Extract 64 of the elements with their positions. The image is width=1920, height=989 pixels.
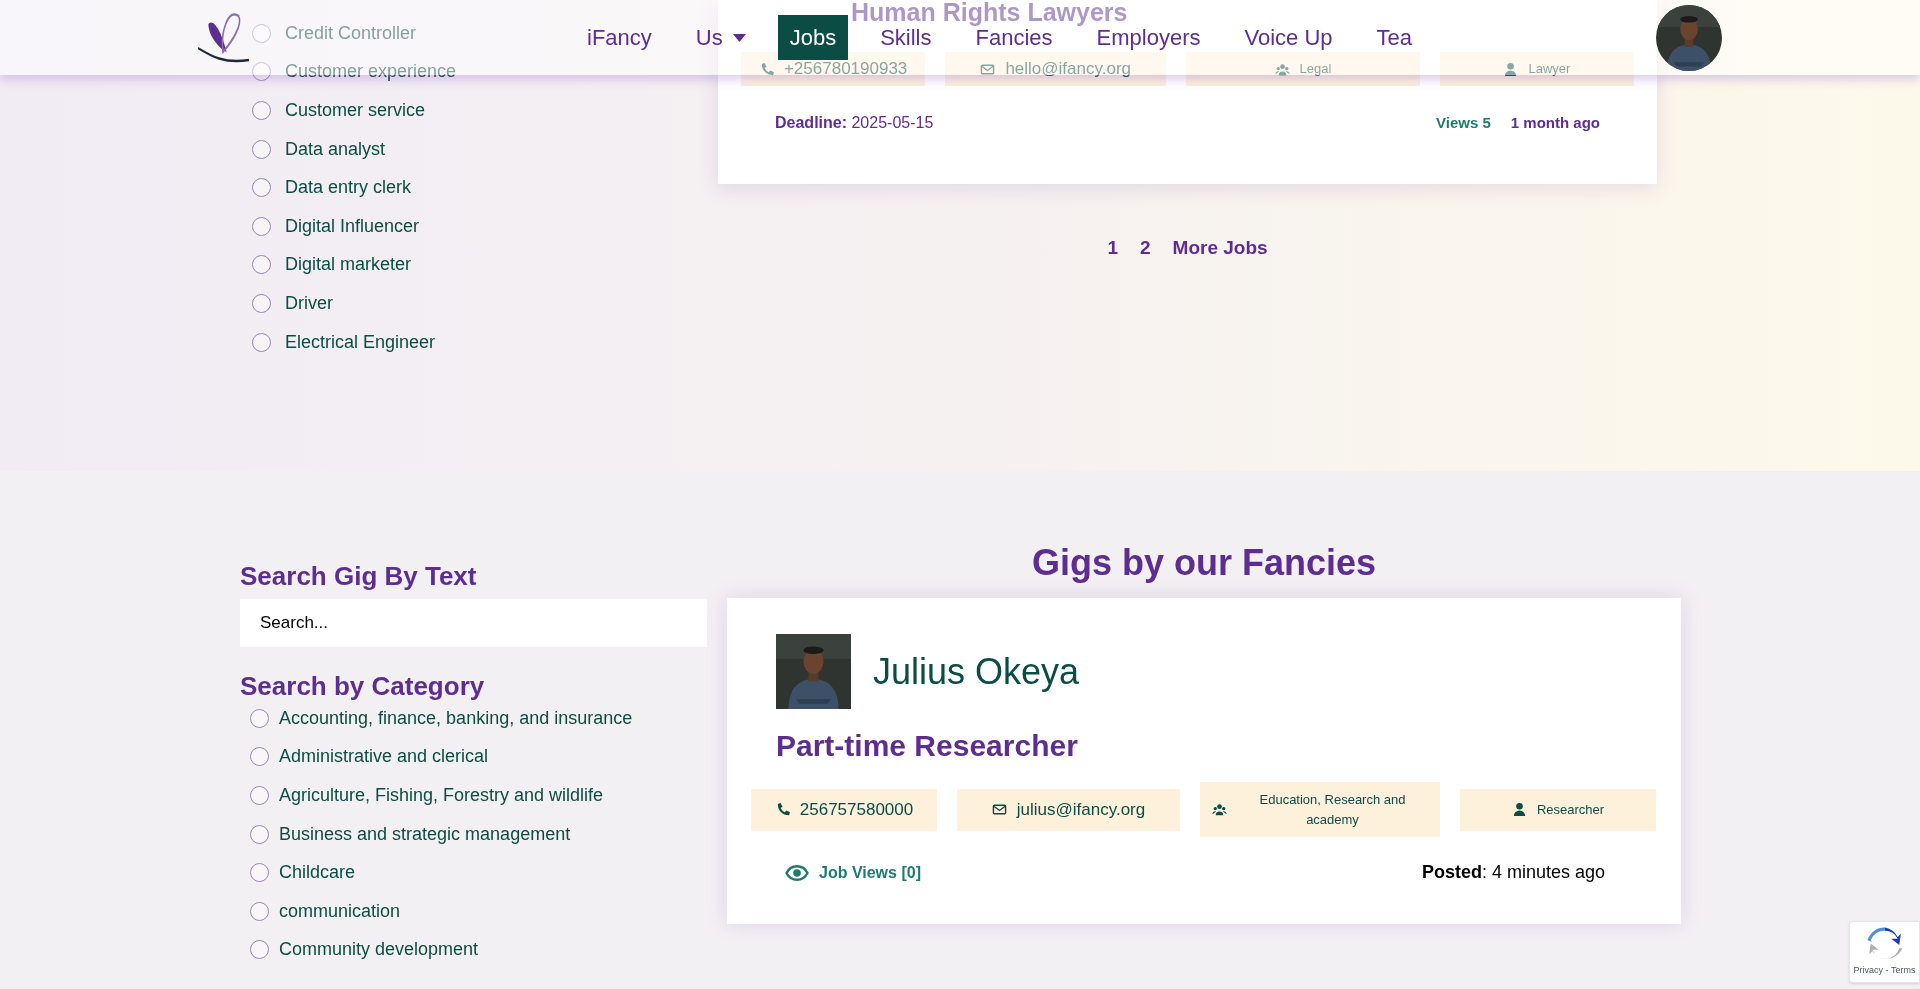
user-icon <box>1511 802 1527 817</box>
category-label: Business and strategic management <box>279 822 571 846</box>
radio-button[interactable] <box>250 708 269 728</box>
group-icon <box>1274 61 1290 77</box>
radio-button[interactable] <box>252 101 271 120</box>
category-label: Digital Influencer <box>285 214 420 238</box>
nav-link[interactable]: iFancy <box>575 24 664 51</box>
category-label: Accounting, finance, banking, and insurance <box>279 706 633 730</box>
category-label: Customer service <box>285 99 426 122</box>
posted-time: Posted: 4 minutes ago <box>1421 861 1605 884</box>
radio-button[interactable] <box>250 824 269 844</box>
mail-icon <box>991 802 1007 817</box>
tag-text: Researcher <box>1536 800 1605 819</box>
category-label: Administrative and clerical <box>279 745 489 769</box>
group-icon <box>1212 802 1227 817</box>
section-heading: Gigs by our Fancies <box>1030 541 1378 585</box>
section-heading: Search by Category <box>240 671 486 701</box>
category-label: Electrical Engineer <box>285 330 436 354</box>
contact-text: 256757580000 <box>799 798 914 821</box>
page-link[interactable]: 1 <box>1107 234 1118 263</box>
more-jobs-link[interactable]: More Jobs <box>1172 234 1268 263</box>
nav-link[interactable]: Jobs <box>777 15 849 60</box>
category-label: Community development <box>279 938 479 962</box>
category-label: Data analyst <box>285 137 386 161</box>
person-name[interactable]: Julius Okeya <box>873 644 1080 699</box>
category-label: Agriculture, Fishing, Forestry and wildlife <box>279 784 604 807</box>
nav-link[interactable]: Tea <box>1364 24 1425 51</box>
radio-button[interactable] <box>252 178 271 198</box>
radio-button[interactable] <box>250 747 269 767</box>
category-label: Digital marketer <box>285 253 412 277</box>
deadline-text: Deadline: 2025-05-15 <box>775 113 934 133</box>
section-heading: Search Gig By Text <box>240 561 478 591</box>
category-label: Customer experience <box>285 60 457 84</box>
nav-link[interactable]: Skills <box>868 24 944 51</box>
radio-button[interactable] <box>250 901 269 921</box>
contact-text: julius@ifancy.org <box>1016 798 1146 821</box>
radio-button[interactable] <box>252 255 271 275</box>
tag-text: Lawyer <box>1528 60 1571 78</box>
user-icon <box>1503 61 1519 77</box>
radio-button[interactable] <box>250 940 269 960</box>
category-label: Driver <box>285 291 333 315</box>
nav-link[interactable]: Voice Up <box>1232 24 1345 51</box>
gig-title[interactable]: Part-time Researcher <box>751 723 1657 768</box>
nav-link[interactable]: Employers <box>1084 24 1213 51</box>
page-link[interactable]: 2 <box>1140 234 1151 263</box>
posted-age: 1 month ago <box>1510 112 1600 133</box>
tag-text: Education, Research and academy <box>1258 790 1407 829</box>
radio-button[interactable] <box>252 332 271 352</box>
views-count: Job Views [0] <box>819 862 921 883</box>
tag-text: Legal <box>1299 60 1332 78</box>
contact-text: +256780190933 <box>783 58 908 81</box>
radio-button[interactable] <box>250 786 269 805</box>
category-label: Credit Controller <box>285 21 417 45</box>
radio-button[interactable] <box>252 139 271 159</box>
radio-button[interactable] <box>252 216 271 236</box>
contact-text: hello@ifancy.org <box>1005 58 1131 81</box>
category-label: Data entry clerk <box>285 176 412 200</box>
nav-link[interactable]: Us <box>683 24 758 51</box>
search-field[interactable]: Search... <box>240 599 707 647</box>
category-label: communication <box>279 899 401 923</box>
category-label: Childcare <box>279 861 356 885</box>
views-count: Views 5 <box>1436 112 1491 133</box>
radio-button[interactable] <box>250 863 269 883</box>
radio-button[interactable] <box>252 293 271 313</box>
